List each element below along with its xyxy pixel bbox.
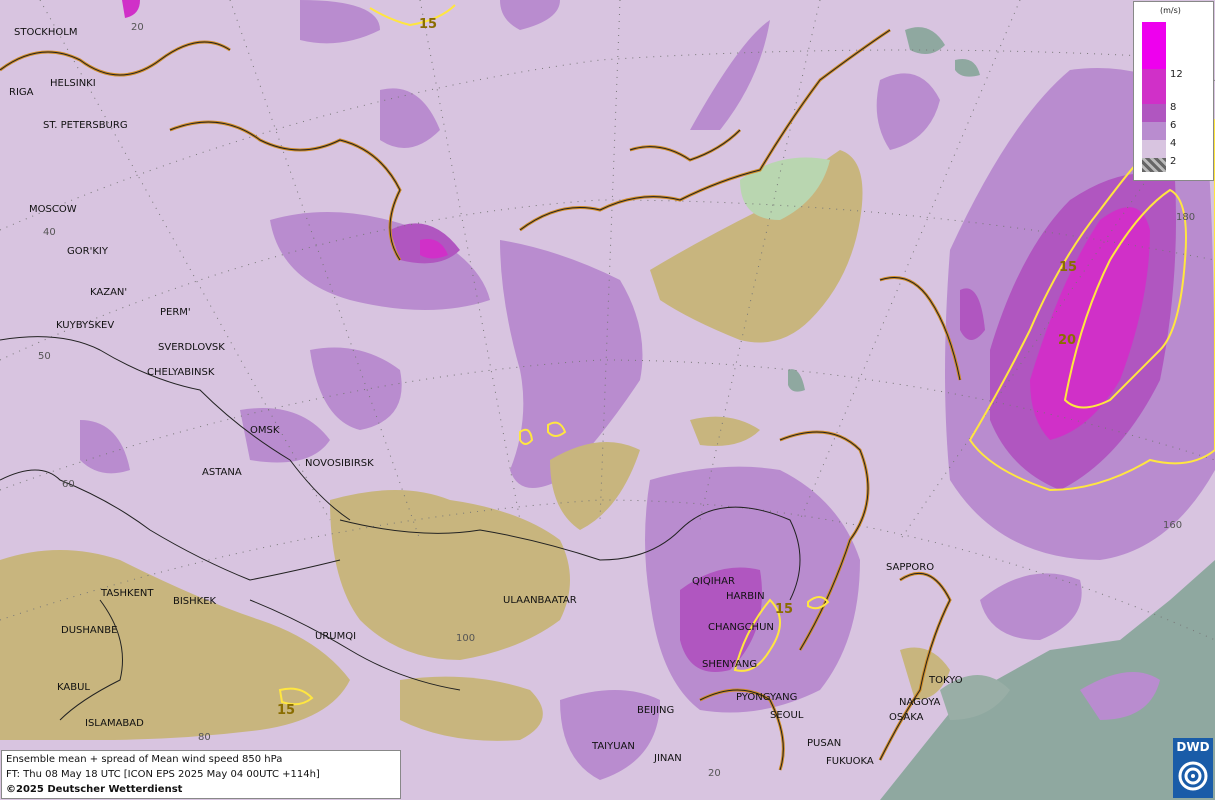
map-graphic	[0, 0, 1215, 800]
legend-swatch-0	[1142, 158, 1166, 172]
dwd-swirl-icon	[1178, 761, 1208, 791]
city-label: QIQIHAR	[692, 576, 735, 587]
city-label: KABUL	[57, 682, 90, 693]
city-label: TASHKENT	[101, 588, 154, 599]
city-label: PYONGYANG	[736, 692, 798, 703]
contour-label: 15	[775, 602, 794, 617]
graticule-label: 160	[1163, 520, 1183, 531]
contour-label: 15	[1059, 260, 1078, 275]
city-label: TAIYUAN	[592, 741, 635, 752]
weather-map: STOCKHOLM HELSINKI RIGA ST. PETERSBURG M…	[0, 0, 1215, 800]
city-label: CHANGCHUN	[708, 622, 774, 633]
city-label: URUMQI	[315, 631, 357, 642]
city-label: SAPPORO	[886, 562, 935, 573]
city-label: FUKUOKA	[826, 756, 874, 767]
city-label: MOSCOW	[29, 204, 77, 215]
map-title: Ensemble mean + spread of Mean wind spee…	[6, 754, 283, 765]
legend-swatch-12plus	[1142, 22, 1166, 69]
city-label: HELSINKI	[50, 78, 96, 89]
city-label: STOCKHOLM	[14, 27, 78, 38]
graticule-label: 20	[131, 22, 144, 33]
graticule-label: 100	[456, 633, 476, 644]
city-label: PUSAN	[807, 738, 842, 749]
city-label: SEOUL	[770, 710, 804, 721]
city-label: HARBIN	[726, 591, 765, 602]
copyright: ©2025 Deutscher Wetterdienst	[6, 784, 183, 795]
city-label: RIGA	[9, 87, 34, 98]
city-label: SHENYANG	[702, 659, 758, 670]
city-label: OSAKA	[889, 712, 924, 723]
info-box: Ensemble mean + spread of Mean wind spee…	[1, 750, 401, 799]
city-label: NOVOSIBIRSK	[305, 458, 374, 469]
graticule-label: 180	[1176, 212, 1196, 223]
dwd-logo-text: DWD	[1176, 740, 1210, 754]
contour-label: 20	[1058, 333, 1077, 348]
dwd-logo: DWD	[1173, 738, 1213, 798]
city-label: CHELYABINSK	[147, 367, 215, 378]
forecast-time: FT: Thu 08 May 18 UTC [ICON EPS 2025 May…	[6, 769, 320, 780]
city-label: SVERDLOVSK	[158, 342, 225, 353]
city-label: ISLAMABAD	[85, 718, 144, 729]
legend-level: 6	[1170, 120, 1177, 131]
legend-swatch-8	[1142, 69, 1166, 104]
legend-level: 4	[1170, 138, 1177, 149]
city-label: PERM'	[160, 307, 191, 318]
graticule-label: 60	[62, 479, 75, 490]
contour-label: 15	[277, 703, 296, 718]
legend: (m/s) 12 8 6 4 2	[1133, 1, 1214, 181]
graticule-label: 80	[198, 732, 211, 743]
legend-swatch-6	[1142, 104, 1166, 122]
legend-swatch-2	[1142, 140, 1166, 158]
graticule-label: 40	[43, 227, 56, 238]
city-label: DUSHANBE	[61, 625, 118, 636]
legend-level: 12	[1170, 69, 1183, 80]
city-label: ULAANBAATAR	[503, 595, 577, 606]
legend-swatch-4	[1142, 122, 1166, 140]
city-label: BEIJING	[637, 705, 675, 716]
city-label: ASTANA	[202, 467, 242, 478]
city-label: KAZAN'	[90, 287, 128, 298]
city-label: OMSK	[250, 425, 280, 436]
city-label: ST. PETERSBURG	[43, 120, 128, 131]
legend-level: 2	[1170, 156, 1177, 167]
graticule-label: 20	[708, 768, 721, 779]
contour-label: 15	[419, 17, 438, 32]
city-label: TOKYO	[929, 675, 963, 686]
city-label: KUYBYSKEV	[56, 320, 115, 331]
graticule-label: 50	[38, 351, 51, 362]
city-label: JINAN	[654, 753, 682, 764]
city-label: BISHKEK	[173, 596, 217, 607]
legend-unit: (m/s)	[1160, 6, 1181, 15]
legend-level: 8	[1170, 102, 1177, 113]
city-label: GOR'KIY	[67, 246, 108, 257]
city-label: NAGOYA	[899, 697, 941, 708]
